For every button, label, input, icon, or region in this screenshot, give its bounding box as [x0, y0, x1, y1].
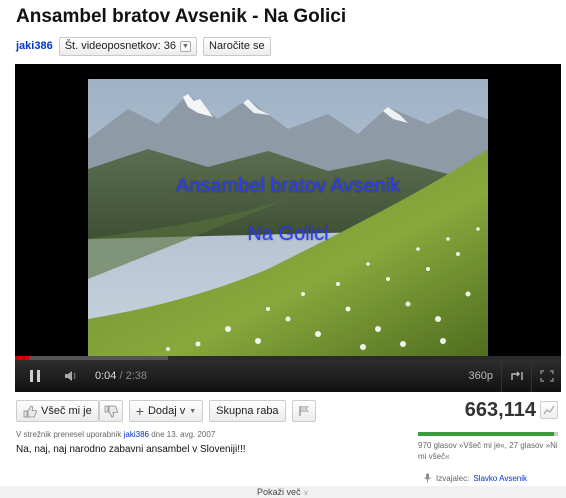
- stats-chart-icon: [543, 405, 555, 415]
- action-bar: Všeč mi je + Dodaj v ▼ Skupna raba: [16, 400, 316, 422]
- chevron-down-icon: ▼: [189, 407, 197, 415]
- stats-button[interactable]: [540, 401, 558, 419]
- upload-info: V strežnik prenesel uporabnik jaki386 dn…: [16, 430, 215, 439]
- channel-bar: jaki386 Št. videoposnetkov: 36 ▼ Naročit…: [16, 36, 271, 56]
- performer-link[interactable]: Slavko Avsenik: [473, 474, 527, 483]
- video-description: Na, naj, naj narodno zabavni ansambel v …: [16, 444, 246, 455]
- add-to-button[interactable]: + Dodaj v ▼: [128, 400, 204, 422]
- quality-selector[interactable]: 360p: [461, 370, 501, 382]
- video-caption-line-2: Na Golici: [247, 223, 329, 245]
- performer-info: Izvajalec: Slavko Avsenik: [423, 473, 527, 483]
- plus-icon: +: [135, 403, 144, 419]
- show-more-label: Pokaži več: [257, 487, 301, 497]
- chevron-down-icon: ∨: [303, 488, 309, 497]
- view-count: 663,114: [464, 399, 536, 421]
- video-count-label: Št. videoposnetkov: 36: [64, 40, 176, 52]
- volume-icon[interactable]: [55, 360, 89, 392]
- share-button[interactable]: Skupna raba: [209, 400, 286, 422]
- time-display: 0:04 / 2:38: [95, 370, 147, 382]
- video-caption-line-1: Ansambel bratov Avsenik: [175, 175, 401, 197]
- share-label: Skupna raba: [216, 405, 279, 417]
- thumbs-down-icon: [104, 405, 118, 417]
- uploader-link[interactable]: jaki386: [124, 430, 149, 439]
- popout-icon[interactable]: [501, 360, 531, 392]
- rating-bar: [418, 432, 558, 436]
- thumbs-up-icon: [23, 405, 37, 417]
- video-frame[interactable]: Ansambel bratov Avsenik Na Golici: [88, 79, 488, 357]
- video-thumbnail: [88, 79, 488, 357]
- upload-date: dne 13. avg. 2007: [151, 430, 216, 439]
- player-controls: 0:04 / 2:38 360p: [15, 360, 561, 392]
- video-player[interactable]: Ansambel bratov Avsenik Na Golici 0:04 /…: [15, 64, 561, 392]
- add-to-label: Dodaj v: [147, 405, 186, 417]
- duration: / 2:38: [119, 370, 148, 382]
- subscribe-label: Naročite se: [209, 40, 265, 52]
- video-title: Ansambel bratov Avsenik - Na Golici: [16, 6, 347, 27]
- video-count-dropdown[interactable]: Št. videoposnetkov: 36 ▼: [58, 36, 197, 56]
- performer-label: Izvajalec:: [436, 473, 470, 483]
- upload-prefix: V strežnik prenesel uporabnik: [16, 430, 122, 439]
- like-button[interactable]: Všeč mi je: [16, 400, 99, 422]
- flag-button[interactable]: [291, 400, 316, 422]
- rating-like-fill: [418, 432, 555, 436]
- flag-icon: [298, 406, 309, 416]
- channel-link[interactable]: jaki386: [16, 40, 53, 52]
- subscribe-button[interactable]: Naročite se: [203, 36, 271, 56]
- microphone-icon: [424, 473, 431, 483]
- pause-icon[interactable]: [15, 360, 55, 392]
- current-time: 0:04: [95, 370, 117, 382]
- show-more-button[interactable]: Pokaži več ∨: [0, 486, 566, 498]
- dislike-button[interactable]: [98, 400, 123, 422]
- chevron-down-icon: ▼: [180, 40, 191, 52]
- vote-summary: 970 glasov »Všeč mi je«, 27 glasov »Ni m…: [418, 441, 558, 461]
- like-label: Všeč mi je: [41, 405, 92, 417]
- fullscreen-icon[interactable]: [531, 360, 561, 392]
